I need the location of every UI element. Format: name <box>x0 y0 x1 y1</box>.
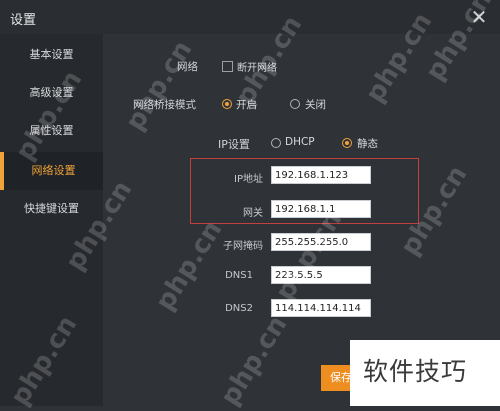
bridge-mode-label: 网络桥接模式 <box>133 99 196 111</box>
gateway-label: 网关 <box>243 208 263 219</box>
overlay-caption: 软件技巧 <box>363 357 468 386</box>
ip-setting-label: IP设置 <box>218 138 250 151</box>
dhcp-label: DHCP <box>285 136 315 148</box>
dhcp-radio[interactable] <box>271 138 281 148</box>
sidebar: 基本设置 高级设置 属性设置 网络设置 快捷键设置 <box>0 34 103 406</box>
subnet-mask-label: 子网掩码 <box>223 241 263 252</box>
dns1-input[interactable] <box>271 266 371 284</box>
dns1-label: DNS1 <box>225 270 253 281</box>
dns2-label: DNS2 <box>225 303 253 314</box>
bridge-on-radio[interactable] <box>222 99 232 109</box>
static-label: 静态 <box>357 138 378 150</box>
sidebar-item-basic[interactable]: 基本设置 <box>0 36 103 74</box>
window-title: 设置 <box>10 13 37 28</box>
network-label: 网络 <box>177 61 198 73</box>
sidebar-item-advanced[interactable]: 高级设置 <box>0 74 103 112</box>
subnet-mask-input[interactable] <box>271 233 371 251</box>
sidebar-item-network[interactable]: 网络设置 <box>0 152 103 190</box>
sidebar-item-properties[interactable]: 属性设置 <box>0 112 103 150</box>
disconnect-network-checkbox[interactable] <box>222 61 233 72</box>
sidebar-item-shortcuts[interactable]: 快捷键设置 <box>0 190 103 228</box>
static-radio[interactable] <box>342 138 352 148</box>
gateway-input[interactable] <box>271 200 371 218</box>
dns2-input[interactable] <box>271 299 371 317</box>
bridge-off-label: 关闭 <box>305 99 326 111</box>
ip-address-input[interactable] <box>271 166 371 184</box>
close-icon[interactable]: ✕ <box>466 4 492 30</box>
bridge-on-label: 开启 <box>236 99 257 111</box>
title-bar: 设置 ✕ <box>0 0 500 35</box>
bridge-off-radio[interactable] <box>290 99 300 109</box>
ip-address-label: IP地址 <box>234 174 263 185</box>
disconnect-network-label: 断开网络 <box>237 63 277 74</box>
